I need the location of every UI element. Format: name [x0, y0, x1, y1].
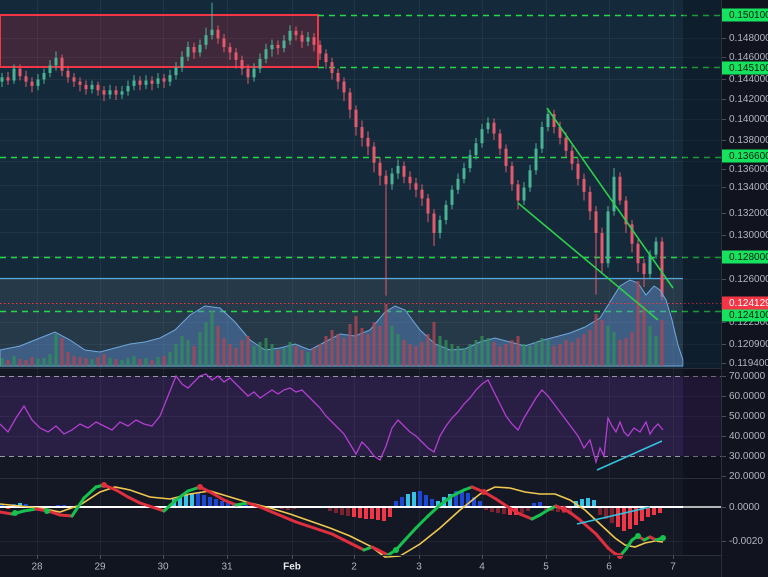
trading-chart-window: 0.14800000 0.14600000 0.14400000 0.14200000…: [0, 0, 768, 577]
price-axis-label: 70.0000: [729, 371, 766, 382]
alert-price-tag-label: 0.13660000: [729, 151, 768, 162]
alert-price-tag-label: 0.14510000: [729, 63, 768, 74]
price-axis-label: 0.14000000: [729, 114, 768, 125]
price-axis-label: 0.11940000: [729, 358, 768, 369]
price-axis-label: 0.13000000: [729, 230, 768, 241]
macd-buy-dot: [393, 547, 399, 553]
macd-sell-dot: [481, 489, 487, 495]
time-axis-label: 7: [670, 562, 676, 573]
alert-price-tag-label: 0.15010000: [729, 10, 768, 21]
last-price-tag-label: 0.12412972: [729, 298, 768, 309]
rsi-pane[interactable]: [0, 373, 721, 471]
price-axis[interactable]: 0.14800000 0.14600000 0.14400000 0.14200000…: [721, 0, 768, 577]
time-axis-label: 5: [543, 562, 549, 573]
price-axis-label: 60.0000: [729, 391, 766, 402]
price-axis-label: 0.14600000: [729, 52, 768, 63]
alert-price-tag-label: 0.12410000: [729, 310, 768, 321]
price-axis-label: 20.0000: [729, 471, 766, 482]
time-axis-label: 6: [606, 562, 612, 573]
macd-sell-dot: [101, 482, 107, 488]
time-axis-label: Feb: [283, 562, 301, 573]
price-axis-label: -0.0020: [729, 536, 763, 547]
price-axis-label: 50.0000: [729, 411, 766, 422]
time-axis-label: 2: [351, 562, 357, 573]
macd-sell-dot: [561, 506, 567, 512]
time-axis-label: 30: [157, 562, 169, 573]
macd-buy-dot: [44, 508, 50, 514]
macd-sell-dot: [197, 484, 203, 490]
price-axis-label: 30.0000: [729, 451, 766, 462]
macd-buy-dot: [12, 510, 18, 516]
price-axis-label: 0.0000: [729, 502, 760, 513]
price-axis-label: 0.13800000: [729, 135, 768, 146]
time-axis-label: 4: [479, 562, 485, 573]
price-axis-label: 0.12090000: [729, 339, 768, 350]
time-axis-label: 3: [416, 562, 422, 573]
chart-canvas[interactable]: 0.14800000 0.14600000 0.14400000 0.14200000…: [0, 0, 768, 577]
time-axis-label: 31: [221, 562, 233, 573]
price-axis-label: 0.12600000: [729, 274, 768, 285]
future-dim-zone: [683, 0, 721, 555]
macd-buy-dot: [635, 533, 641, 539]
price-axis-label: 40.0000: [729, 431, 766, 442]
alert-price-tag-label: 0.12800000: [729, 252, 768, 263]
resistance-box[interactable]: [0, 14, 319, 68]
time-axis-label: 28: [31, 562, 43, 573]
time-axis-label: 29: [94, 562, 106, 573]
price-axis-label: 0.14400000: [729, 74, 768, 85]
price-axis-label: 0.13400000: [729, 182, 768, 193]
price-axis-label: 0.14200000: [729, 94, 768, 105]
macd-buy-dot: [660, 535, 666, 541]
price-axis-label: 0.14800000: [729, 33, 768, 44]
price-axis-label: 0.13200000: [729, 208, 768, 219]
price-axis-label: 0.13600000: [729, 164, 768, 175]
